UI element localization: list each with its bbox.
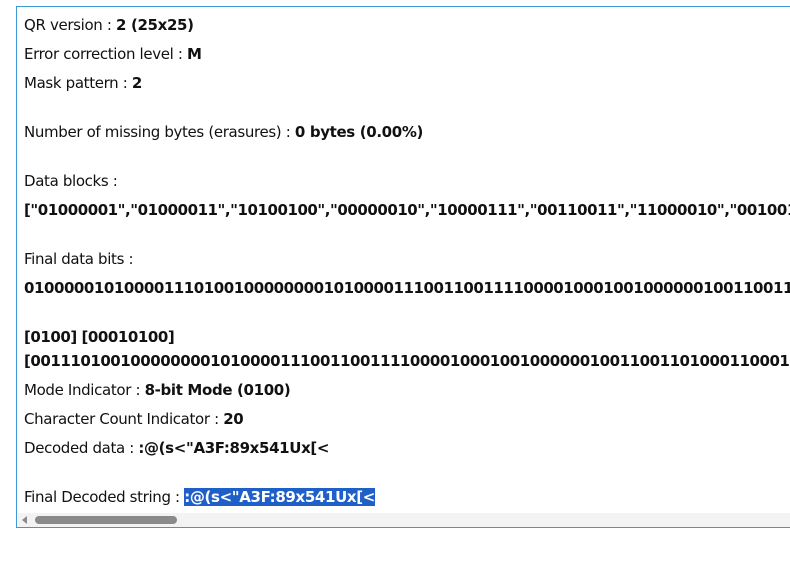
data-blocks-label: Data blocks : <box>24 172 118 190</box>
decoded-data-row: Decoded data : :@(s<"A3F:89x541Ux[< <box>24 437 330 459</box>
final-data-bits-value: 0100000101000011101001000000001010000111… <box>24 279 790 297</box>
decoded-data-value: :@(s<"A3F:89x541Ux[< <box>138 439 330 457</box>
error-correction-row: Error correction level : M <box>24 43 202 65</box>
qr-version-row: QR version : 2 (25x25) <box>24 14 194 36</box>
mode-indicator-label: Mode Indicator : <box>24 381 141 399</box>
erasures-row: Number of missing bytes (erasures) : 0 b… <box>24 121 423 143</box>
mask-pattern-row: Mask pattern : 2 <box>24 72 142 94</box>
character-count-value: 20 <box>223 410 244 428</box>
final-data-bits-label: Final data bits : <box>24 250 134 268</box>
data-blocks-value: ["01000001","01000011","10100100","00000… <box>24 201 790 219</box>
segment-header: [0100] [00010100] <box>24 328 175 346</box>
erasures-label: Number of missing bytes (erasures) : <box>24 123 291 141</box>
mask-pattern-value: 2 <box>131 74 142 92</box>
horizontal-scrollbar[interactable] <box>18 513 790 527</box>
decoder-output-panel: QR version : 2 (25x25) Error correction … <box>16 6 790 528</box>
error-correction-label: Error correction level : <box>24 45 183 63</box>
erasures-value: 0 bytes (0.00%) <box>294 123 424 141</box>
final-decoded-string-label: Final Decoded string : <box>24 488 180 506</box>
error-correction-value: M <box>187 45 202 63</box>
segment-payload: [001110100100000000101000011100110011110… <box>24 352 790 370</box>
mode-indicator-row: Mode Indicator : 8-bit Mode (0100) <box>24 379 291 401</box>
scroll-left-arrow-icon[interactable] <box>22 516 27 524</box>
mode-indicator-value: 8-bit Mode (0100) <box>144 381 291 399</box>
decoded-data-label: Decoded data : <box>24 439 134 457</box>
final-decoded-string-row: Final Decoded string : :@(s<"A3F:89x541U… <box>24 486 375 508</box>
scrollbar-thumb[interactable] <box>35 516 177 524</box>
character-count-row: Character Count Indicator : 20 <box>24 408 244 430</box>
final-decoded-string-value[interactable]: :@(s<"A3F:89x541Ux[< <box>184 488 375 506</box>
mask-pattern-label: Mask pattern : <box>24 74 128 92</box>
qr-version-label: QR version : <box>24 16 112 34</box>
qr-version-value: 2 (25x25) <box>115 16 194 34</box>
character-count-label: Character Count Indicator : <box>24 410 219 428</box>
